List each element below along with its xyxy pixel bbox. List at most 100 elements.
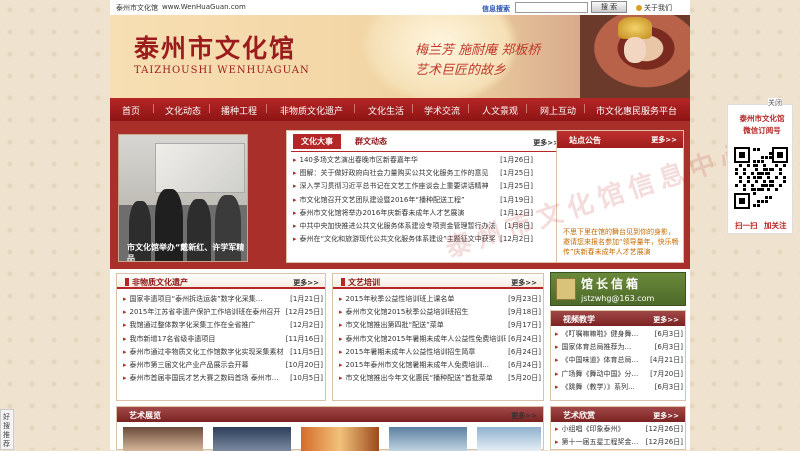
bullet-icon: ▸ [293,169,297,178]
feature-caption[interactable]: 市文化馆举办“戴新红、许学军精品 [127,242,247,261]
list-item[interactable]: ▸ 《叮嘱嘛嘛啦》健身舞... [6月3日] [555,328,683,342]
list-item-date: [12月25日] [283,306,323,320]
list-item[interactable]: ▸ 泰州市通过非物质文化工作馆数字化实现采集素材 [11月5日] [123,345,323,359]
director-mailbox[interactable]: 馆长信箱 jstzwhg@163.com [550,272,686,306]
list-item[interactable]: ▸ 2015年暑期未成年人公益性培训招生简章 [6月24日] [339,345,541,359]
list-item[interactable]: ▸ 我馆通过整体数字化采集工作在全省推广 [12月2日] [123,319,323,333]
list-item-title: 140多场文艺演出春晚市区新春嘉年华 [299,156,418,164]
list-item-date: [12月2日] [288,319,323,333]
wechat-scan-label: 扫一扫 [735,221,758,230]
about-link[interactable]: 关于我们 [636,3,672,13]
heritage-title: 非物质文化遗产 [125,277,188,288]
bullet-icon: ▸ [123,321,127,330]
heritage-more-link[interactable]: 更多>> [293,278,319,288]
list-item[interactable]: ▸ 广场舞《舞动中国》分... [7月20日] [555,367,683,381]
nav-item-landscape[interactable]: 人文景观 [482,104,518,117]
list-item[interactable]: ▸ 国家体育总局推荐为... [6月3日] [555,341,683,355]
list-item-title: 小组唱《印象泰州》 [561,425,625,433]
list-item[interactable]: ▸ 泰州市第三届文化产业产品展示会开幕 [10月20日] [123,358,323,373]
art-thumbnail[interactable] [389,427,467,451]
list-item[interactable]: ▸ 市文化馆推出第四批“配送”菜单 [9月17日] [339,319,541,333]
video-list: ▸ 《叮嘱嘛嘛啦》健身舞... [6月3日] ▸ 国家体育总局推荐为... [6月3日] ▸… [555,328,683,394]
nav-item-culture-news[interactable]: 文化动态 [165,104,201,117]
list-item-date: [9月17日] [506,319,541,333]
nav-item-sowing-project[interactable]: 播种工程 [221,104,257,117]
nav-item-intangible-heritage[interactable]: 非物质文化遗产 [280,104,343,117]
video-more-link[interactable]: 更多>> [653,315,679,325]
list-item[interactable]: ▸ 第十一届五星工程奖金... [12月26日] [555,436,683,450]
art-thumbnail[interactable] [123,427,203,451]
tab-culture-events[interactable]: 文化大事 [293,134,341,149]
site-name[interactable]: 泰州市文化馆 [116,3,158,13]
list-item-date: [6月24日] [506,358,541,373]
training-more-link[interactable]: 更多>> [511,278,537,288]
list-item-title: 泰州市文化馆2015年暑期未成年人公益性免费培训班课... [345,334,525,343]
notice-title: 站点公告 [569,136,601,145]
nav-item-home[interactable]: 首页 [122,104,140,117]
list-item[interactable]: ▸ 泰州市首届非国民才艺大赛之数码首场 泰州市... [10月5日] [123,372,323,386]
notice-text[interactable]: 不思下里在馆的舞台见到你的身影，邀请您来报名参加“领导量年，快乐畅传”庆新春未成… [563,227,679,257]
nav-item-academic[interactable]: 学术交流 [424,104,460,117]
wechat-title: 泰州市文化馆 [739,114,785,123]
art-thumbnail[interactable] [213,427,291,451]
list-item-date: [9月23日] [506,293,541,307]
list-item-date: [1月21日] [288,293,323,307]
art-thumbnail[interactable] [301,427,379,451]
list-item-title: 广场舞《舞动中国》分... [561,369,639,378]
list-item[interactable]: ▸ 泰州市文化馆2015秋季公益培训班招生 [9月18日] [339,306,541,320]
list-item[interactable]: ▸ 《跳舞（教学）》系列... [6月3日] [555,380,683,394]
list-item-title: 2015年江苏省非遗产保护工作培训班在泰州召开 [129,308,281,317]
heritage-header: 非物质文化遗产 更多>> [117,274,325,289]
nav-separator: | [152,104,156,114]
list-item[interactable]: ▸ 2015年江苏省非遗产保护工作培训班在泰州召开 [12月25日] [123,306,323,320]
bullet-icon: ▸ [339,374,343,383]
nav-item-service-platform[interactable]: 市文化惠民服务平台 [596,104,677,117]
site-url[interactable]: www.WenHuaGuan.com [162,3,246,11]
bullet-icon: ▸ [123,308,127,317]
tab-mass-culture[interactable]: 群文动态 [347,134,395,149]
art-show-section: 艺术展览 更多>> [116,406,544,451]
list-item-title: 国家非遗项目“泰州拆迭运装”数字化采集... [129,295,263,303]
nav-item-online-interaction[interactable]: 网上互动 [540,104,576,117]
art-appreciation-header: 艺术欣赏 更多>> [551,407,685,422]
list-item[interactable]: ▸ 图解：关于做好政府向社会力量购买公共文化服务工作的意见 [1月25日] [293,167,533,181]
art-appreciation-more-link[interactable]: 更多>> [653,411,679,421]
list-item-date: [10月20日] [283,358,323,373]
list-item-title: 我馆通过整体数字化采集工作在全省推广 [129,321,256,330]
wechat-close-button[interactable]: 关闭 [768,98,782,108]
search-input[interactable] [515,2,588,13]
list-item[interactable]: ▸ 市文化馆推出今年文化惠民“播种配送”首批菜单 [5月20日] [339,372,541,386]
list-item[interactable]: ▸ 小组唱《印象泰州》 [12月26日] [555,423,683,437]
nav-item-cultural-life[interactable]: 文化生活 [368,104,404,117]
opera-figure-image [580,15,690,98]
mailbox-icon [556,278,576,300]
list-item[interactable]: ▸ 泰州市文化馆2015年暑期未成年人公益性免费培训班课... [6月24日] [339,332,541,346]
list-item[interactable]: ▸ 国家非遗项目“泰州拆迭运装”数字化采集... [1月21日] [123,293,323,307]
list-item[interactable]: ▸ 2015年秋季公益性培训班上课名单 [9月23日] [339,293,541,307]
art-appreciation-title: 艺术欣赏 [563,411,595,420]
list-item[interactable]: ▸ 140多场文艺演出春晚市区新春嘉年华 [1月26日] [293,154,533,168]
about-label: 关于我们 [644,4,672,12]
video-header: 视频教学 更多>> [551,311,685,326]
wechat-follow-label[interactable]: 加关注 [764,220,787,231]
list-item[interactable]: ▸ 市文化馆召开文艺团队建设暨2016年“播种配送工程” [1月19日] [293,193,533,207]
banner-title: 泰州市文化馆 [134,34,297,63]
feature-photo[interactable]: 市文化馆举办“戴新红、许学军精品 [118,134,248,262]
list-item[interactable]: ▸ 深入学习贯彻习近平总书记在文艺工作座谈会上重要讲话精神 [1月25日] [293,180,533,194]
share-recommend-tab[interactable]: 好 搜 推 荐 [0,409,14,450]
list-item[interactable]: ▸ 《中国味道》体育总局... [4月21日] [555,354,683,368]
list-item-title: 2015年泰州市文化馆暑期未成年人免费培训... [345,360,490,369]
list-item-date: [6月3日] [652,380,683,394]
list-item[interactable]: ▸ 我市新增17名省级非遗项目 [11月16日] [123,332,323,346]
search-button[interactable]: 搜 索 [591,1,627,13]
notice-more-link[interactable]: 更多>> [651,135,677,145]
list-item-date: [4月21日] [648,354,683,368]
art-show-more-link[interactable]: 更多>> [511,411,537,421]
art-appreciation-list: ▸ 小组唱《印象泰州》 [12月26日] ▸ 第十一届五星工程奖金... [12月26日] [555,423,683,450]
art-thumbnail[interactable] [477,427,541,451]
list-item-title: 第十一届五星工程奖金... [561,438,639,447]
list-item[interactable]: ▸ 2015年泰州市文化馆暑期未成年人免费培训... [6月24日] [339,358,541,373]
art-show-header: 艺术展览 更多>> [117,407,543,422]
list-item-title: 泰州市文化馆将举办2016年庆新春未成年人才艺展演 [299,208,465,217]
bullet-icon: ▸ [293,235,297,244]
